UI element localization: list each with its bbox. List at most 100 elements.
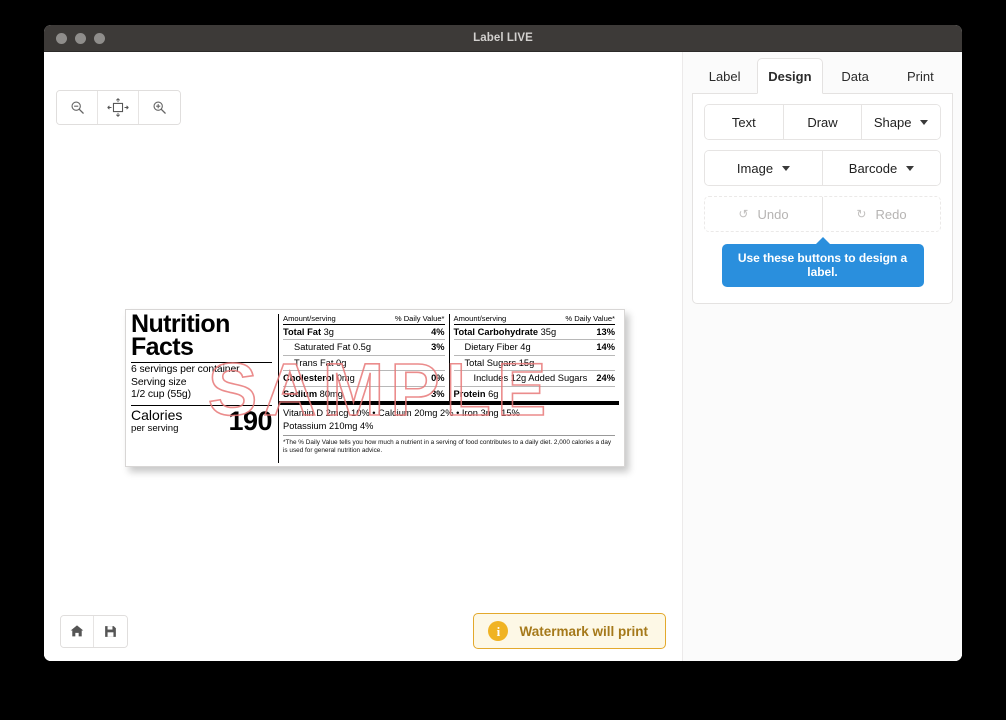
- nutrient-row: Trans Fat 0g: [283, 356, 445, 371]
- nutrition-left-column: Nutrition Facts 6 servings per container…: [131, 314, 279, 463]
- vitamins-line-2: Potassium 210mg 4%: [283, 420, 615, 433]
- tool-button-label: Undo: [757, 207, 788, 222]
- nutrient-daily-value: 0%: [431, 371, 444, 385]
- tool-row-history: ↺ Undo ↻ Redo: [704, 196, 941, 232]
- vitamins-section: Vitamin D 2mcg 10% • Calcium 20mg 2% • I…: [279, 401, 619, 432]
- image-button[interactable]: Image: [705, 151, 823, 185]
- app-window: Label LIVE: [44, 25, 962, 661]
- nutrient-row: Total Carbohydrate 35g 13%: [454, 325, 616, 340]
- nutrient-name: Saturated Fat 0.5g: [283, 340, 371, 354]
- chevron-down-icon: [920, 120, 928, 125]
- chevron-down-icon: [906, 166, 914, 171]
- nutrient-rows: Total Fat 3g 4% Saturated Fat 0.5g 3% Trans …: [283, 325, 445, 401]
- amount-header: Amount/serving: [454, 314, 507, 323]
- tool-button-label: Draw: [807, 115, 837, 130]
- shape-button[interactable]: Shape: [862, 105, 940, 139]
- floppy-disk-icon: [104, 625, 117, 638]
- chevron-down-icon: [782, 166, 790, 171]
- tool-row-secondary: Image Barcode: [704, 150, 941, 186]
- design-callout-text: Use these buttons to design a label.: [738, 251, 907, 279]
- nutrient-row: Total Fat 3g 4%: [283, 325, 445, 340]
- magnifier-minus-icon: [70, 100, 85, 115]
- nutrition-facts-panel: Nutrition Facts 6 servings per container…: [126, 310, 624, 466]
- tab-print[interactable]: Print: [888, 58, 953, 94]
- nutrient-name: Dietary Fiber 4g: [454, 340, 531, 354]
- window-titlebar: Label LIVE: [44, 25, 962, 52]
- calories-sublabel: per serving: [131, 423, 182, 434]
- daily-value-header: % Daily Value*: [565, 314, 615, 323]
- nutrient-daily-value: 3%: [431, 340, 444, 354]
- tool-button-label: Redo: [875, 207, 906, 222]
- nutrition-facts-title: Nutrition Facts: [131, 313, 272, 359]
- nutrient-daily-value: 4%: [431, 325, 444, 339]
- undo-arrow-icon: ↺: [738, 207, 748, 221]
- column-header: Amount/serving % Daily Value*: [454, 314, 616, 325]
- nutrition-nutrient-columns: Amount/serving % Daily Value* Total Fat …: [279, 314, 619, 401]
- serving-size-value: 1/2 cup (55g): [131, 389, 272, 402]
- nutrient-name: Total Carbohydrate 35g: [454, 325, 557, 339]
- undo-button: ↺ Undo: [705, 197, 823, 231]
- nutrition-title-line2: Facts: [131, 336, 272, 359]
- column-header: Amount/serving % Daily Value*: [283, 314, 445, 325]
- calories-row: Calories per serving 190: [131, 408, 272, 434]
- watermark-label: Watermark will print: [519, 624, 648, 639]
- nutrient-rows: Total Carbohydrate 35g13%Dietary Fiber 4…: [454, 325, 616, 401]
- text-button[interactable]: Text: [705, 105, 784, 139]
- rule: [131, 362, 272, 363]
- amount-header: Amount/serving: [283, 314, 336, 323]
- nutrient-row: Sodium 80mg 3%: [283, 387, 445, 401]
- nutrient-daily-value: 3%: [431, 387, 444, 401]
- nutrient-name: Total Fat 3g: [283, 325, 334, 339]
- zoom-in-button[interactable]: [139, 91, 180, 124]
- save-button[interactable]: [94, 616, 127, 647]
- canvas-bottom-bar: i Watermark will print: [44, 601, 682, 661]
- nutrient-daily-value: 14%: [596, 340, 615, 354]
- nutrient-name: Includes 12g Added Sugars: [454, 371, 588, 385]
- panel-tabstrip: LabelDesignDataPrint: [683, 52, 962, 93]
- design-tool-panel: Text Draw Shape Image Barcode ↺ Undo ↻ Redo Us…: [692, 93, 953, 304]
- nutrient-name: Sodium 80mg: [283, 387, 343, 401]
- tab-design[interactable]: Design: [757, 58, 822, 94]
- vitamins-line-1: Vitamin D 2mcg 10% • Calcium 20mg 2% • I…: [283, 407, 615, 420]
- home-button[interactable]: [61, 616, 94, 647]
- serving-size-label: Serving size: [131, 377, 272, 390]
- magnifier-plus-icon: [152, 100, 167, 115]
- tool-row-primary: Text Draw Shape: [704, 104, 941, 140]
- window-body: Nutrition Facts 6 servings per container…: [44, 52, 962, 661]
- nutrient-name: Cholesterol 0mg: [283, 371, 355, 385]
- info-icon: i: [488, 621, 508, 641]
- nutrient-row: Dietary Fiber 4g 14%: [454, 340, 616, 355]
- label-artboard[interactable]: Nutrition Facts 6 servings per container…: [125, 309, 625, 467]
- nutrient-row: Total Sugars 15g: [454, 356, 616, 371]
- calories-value: 190: [228, 409, 272, 434]
- watermark-will-print-button[interactable]: i Watermark will print: [473, 613, 666, 649]
- nutrition-right-wrapper: Amount/serving % Daily Value* Total Fat …: [279, 314, 619, 463]
- calories-label: Calories: [131, 408, 182, 423]
- tool-button-label: Barcode: [849, 161, 897, 176]
- tab-label[interactable]: Label: [692, 58, 757, 94]
- barcode-button[interactable]: Barcode: [823, 151, 940, 185]
- tab-data[interactable]: Data: [823, 58, 888, 94]
- right-panel: LabelDesignDataPrint Text Draw Shape Image…: [683, 52, 962, 661]
- redo-button: ↻ Redo: [823, 197, 940, 231]
- design-callout: Use these buttons to design a label.: [722, 244, 924, 287]
- canvas-pane[interactable]: Nutrition Facts 6 servings per container…: [44, 52, 683, 661]
- nutrient-name: Protein 6g: [454, 387, 499, 401]
- nutrient-name: Trans Fat 0g: [283, 356, 346, 370]
- nutrient-row: Cholesterol 0mg 0%: [283, 371, 445, 386]
- draw-button[interactable]: Draw: [784, 105, 863, 139]
- tool-button-label: Image: [737, 161, 773, 176]
- nutrient-row: Saturated Fat 0.5g 3%: [283, 340, 445, 355]
- servings-per-container: 6 servings per container: [131, 364, 272, 377]
- nutrient-column-2: Amount/serving % Daily Value* Total Carb…: [449, 314, 620, 401]
- daily-value-footnote: *The % Daily Value tells you how much a …: [283, 435, 615, 455]
- fit-to-window-button[interactable]: [98, 91, 139, 124]
- file-toolbar: [60, 615, 128, 648]
- nutrient-row: Protein 6g: [454, 387, 616, 401]
- nutrient-daily-value: 13%: [596, 325, 615, 339]
- zoom-toolbar: [56, 90, 181, 125]
- nutrient-row: Includes 12g Added Sugars24%: [454, 371, 616, 386]
- window-title: Label LIVE: [44, 32, 962, 44]
- zoom-out-button[interactable]: [57, 91, 98, 124]
- redo-arrow-icon: ↻: [856, 207, 866, 221]
